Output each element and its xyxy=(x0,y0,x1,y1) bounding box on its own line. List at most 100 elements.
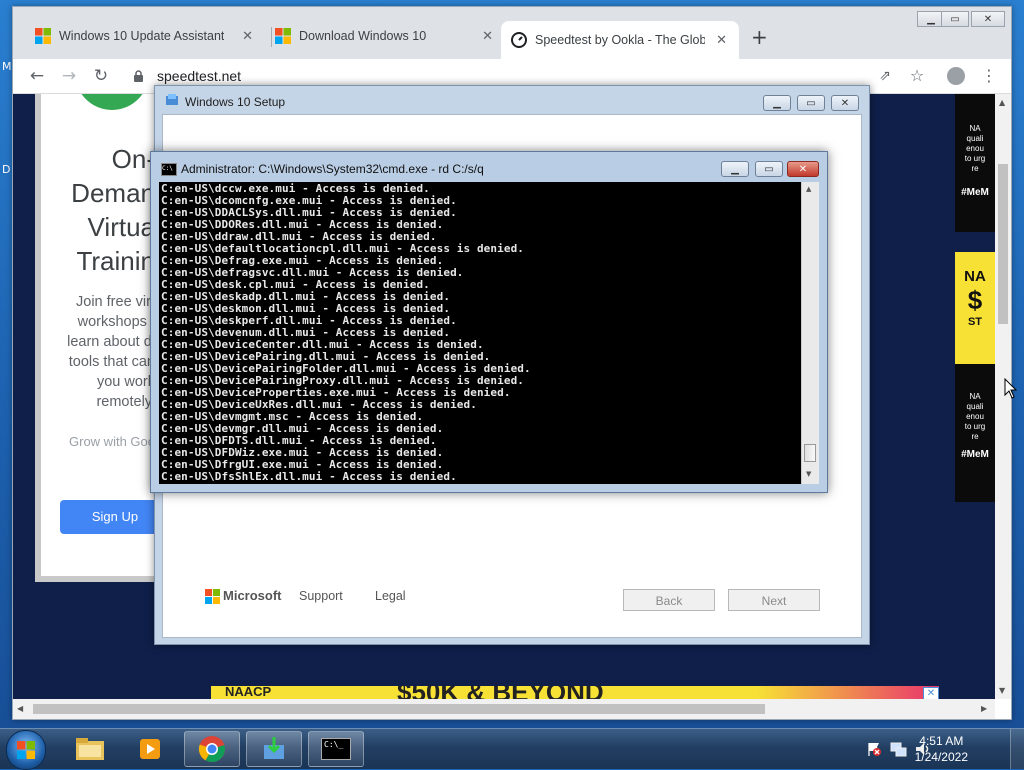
promo-text: NA xyxy=(964,268,986,285)
media-player-icon xyxy=(140,739,160,759)
cmd-scrollbar[interactable]: ▲ ▼ xyxy=(801,182,819,484)
close-ad-icon[interactable]: ✕ xyxy=(923,687,939,699)
taskbar-explorer[interactable] xyxy=(62,731,118,767)
body-line: workshops t xyxy=(77,314,155,330)
ad-heading: On- Deman Virtua Trainin xyxy=(41,142,155,278)
profile-avatar-icon[interactable] xyxy=(947,67,965,85)
close-tab-icon[interactable]: ✕ xyxy=(242,28,253,44)
close-tab-icon[interactable]: ✕ xyxy=(482,28,493,44)
promo-text: enou xyxy=(966,412,984,421)
forward-arrow-icon[interactable]: → xyxy=(57,64,81,88)
tab-label: Speedtest by Ookla - The Global xyxy=(535,33,705,47)
bottom-banner-ad[interactable]: NAACP $50K & BEYOND xyxy=(211,686,939,699)
promo-text: quali xyxy=(966,134,984,143)
microsoft-logo-icon xyxy=(205,589,220,604)
promo-copy: NA quali enou to urg re #MeM xyxy=(955,392,995,460)
setup-title: Windows 10 Setup xyxy=(185,95,286,109)
tab-download-windows[interactable]: Download Windows 10 ✕ xyxy=(265,21,505,51)
promo-text: ST xyxy=(967,316,983,328)
close-tab-icon[interactable]: ✕ xyxy=(716,32,727,48)
scroll-down-icon[interactable]: ▼ xyxy=(999,686,1005,695)
setup-icon xyxy=(166,94,178,105)
cmd-window: C:\ Administrator: C:\Windows\System32\c… xyxy=(150,151,828,493)
back-button[interactable]: Back xyxy=(623,589,715,611)
scrollbar-thumb[interactable] xyxy=(33,704,765,714)
scrollbar-thumb[interactable] xyxy=(998,164,1008,324)
network-icon[interactable] xyxy=(890,741,908,757)
promo-text: re xyxy=(971,164,979,173)
body-line: you work xyxy=(96,374,155,390)
scroll-left-icon[interactable]: ◀ xyxy=(17,704,23,713)
system-clock[interactable]: 4:51 AM 1/24/2022 xyxy=(915,733,968,765)
desktop-icon-label[interactable]: M xyxy=(2,60,12,73)
cmd-title: Administrator: C:\Windows\System32\cmd.e… xyxy=(181,162,484,176)
bookmark-star-icon[interactable]: ☆ xyxy=(905,64,929,88)
tab-update-assistant[interactable]: Windows 10 Update Assistant ✕ xyxy=(25,21,265,51)
taskbar-media-player[interactable] xyxy=(122,731,178,767)
clock-time: 4:51 AM xyxy=(919,734,964,748)
lock-icon[interactable] xyxy=(133,70,144,83)
new-tab-button[interactable]: + xyxy=(751,25,768,49)
share-icon[interactable]: ⇗ xyxy=(873,64,897,88)
promo-text: to urg xyxy=(964,154,986,163)
action-center-flag-icon[interactable] xyxy=(866,741,882,757)
taskbar-setup[interactable] xyxy=(246,731,302,767)
address-bar[interactable]: speedtest.net xyxy=(157,65,937,87)
folder-icon xyxy=(76,738,104,760)
promo-text: re xyxy=(971,432,979,441)
scroll-right-icon[interactable]: ▶ xyxy=(981,704,987,713)
promo-text: to urg xyxy=(964,422,986,431)
clock-date: 1/24/2022 xyxy=(914,750,968,764)
cmd-console[interactable]: C:en-US\dccw.exe.mui - Access is denied.… xyxy=(159,182,811,484)
body-line: Join free virt xyxy=(76,294,155,310)
body-line: learn about di xyxy=(67,334,155,350)
legal-link[interactable]: Legal xyxy=(375,589,406,603)
scroll-up-icon[interactable]: ▲ xyxy=(806,185,811,193)
desktop-icon-label[interactable]: D xyxy=(2,163,10,176)
support-link[interactable]: Support xyxy=(299,589,343,603)
cmd-maximize-button[interactable]: ▭ xyxy=(755,161,783,177)
promo-yellow-panel: NA $ ST xyxy=(955,252,995,364)
taskbar-cmd[interactable]: C:\_ xyxy=(308,731,364,767)
setup-close-button[interactable]: ✕ xyxy=(831,95,859,111)
promo-text: NA xyxy=(969,124,981,133)
promo-ad-bottom[interactable]: NA $ ST NA quali enou to urg re #MeM xyxy=(955,252,995,502)
back-arrow-icon[interactable]: ← xyxy=(25,64,49,88)
next-button[interactable]: Next xyxy=(728,589,820,611)
cmd-minimize-button[interactable]: ▁ xyxy=(721,161,749,177)
cmd-close-button[interactable]: ✕ xyxy=(787,161,819,177)
scroll-up-icon[interactable]: ▲ xyxy=(999,98,1005,107)
ad-footer: Grow with Goo xyxy=(69,434,155,449)
microsoft-wordmark: Microsoft xyxy=(223,588,282,603)
promo-ad-top[interactable]: NA quali enou to urg re #MeM xyxy=(955,94,995,232)
heading-line: Deman xyxy=(71,178,155,208)
tab-speedtest[interactable]: Speedtest by Ookla - The Global ✕ xyxy=(501,21,739,59)
taskbar: C:\_ 4:51 AM 1/24/2022 xyxy=(0,728,1024,770)
close-window-button[interactable]: ✕ xyxy=(971,11,1005,27)
start-button[interactable] xyxy=(6,730,46,770)
body-line: tools that can xyxy=(68,354,155,370)
tab-label: Windows 10 Update Assistant xyxy=(59,29,225,43)
setup-minimize-button[interactable]: ▁ xyxy=(763,95,791,111)
horizontal-scrollbar[interactable]: ◀ ▶ xyxy=(13,699,995,719)
taskbar-chrome[interactable] xyxy=(184,731,240,767)
console-output: C:en-US\dccw.exe.mui - Access is denied.… xyxy=(161,183,531,483)
scrollbar-thumb[interactable] xyxy=(804,444,816,462)
promo-text: enou xyxy=(966,144,984,153)
speedtest-icon xyxy=(511,32,527,48)
ad-graphic xyxy=(75,94,149,110)
chrome-icon xyxy=(198,736,225,763)
show-desktop-button[interactable] xyxy=(1010,729,1024,769)
setup-installer-icon xyxy=(264,737,284,759)
body-line: remotely. xyxy=(96,394,155,410)
tab-strip: Windows 10 Update Assistant ✕ Download W… xyxy=(13,7,1011,59)
maximize-button[interactable]: ▭ xyxy=(941,11,969,27)
scroll-down-icon[interactable]: ▼ xyxy=(806,470,811,478)
windows-logo-icon xyxy=(35,28,51,44)
promo-hashtag: #MeM xyxy=(961,449,989,460)
promo-text: $ xyxy=(967,285,983,315)
reload-icon[interactable]: ↻ xyxy=(89,64,113,88)
ad-body: Join free virt workshops t learn about d… xyxy=(41,292,155,412)
menu-kebab-icon[interactable]: ⋮ xyxy=(977,64,1001,88)
setup-maximize-button[interactable]: ▭ xyxy=(797,95,825,111)
